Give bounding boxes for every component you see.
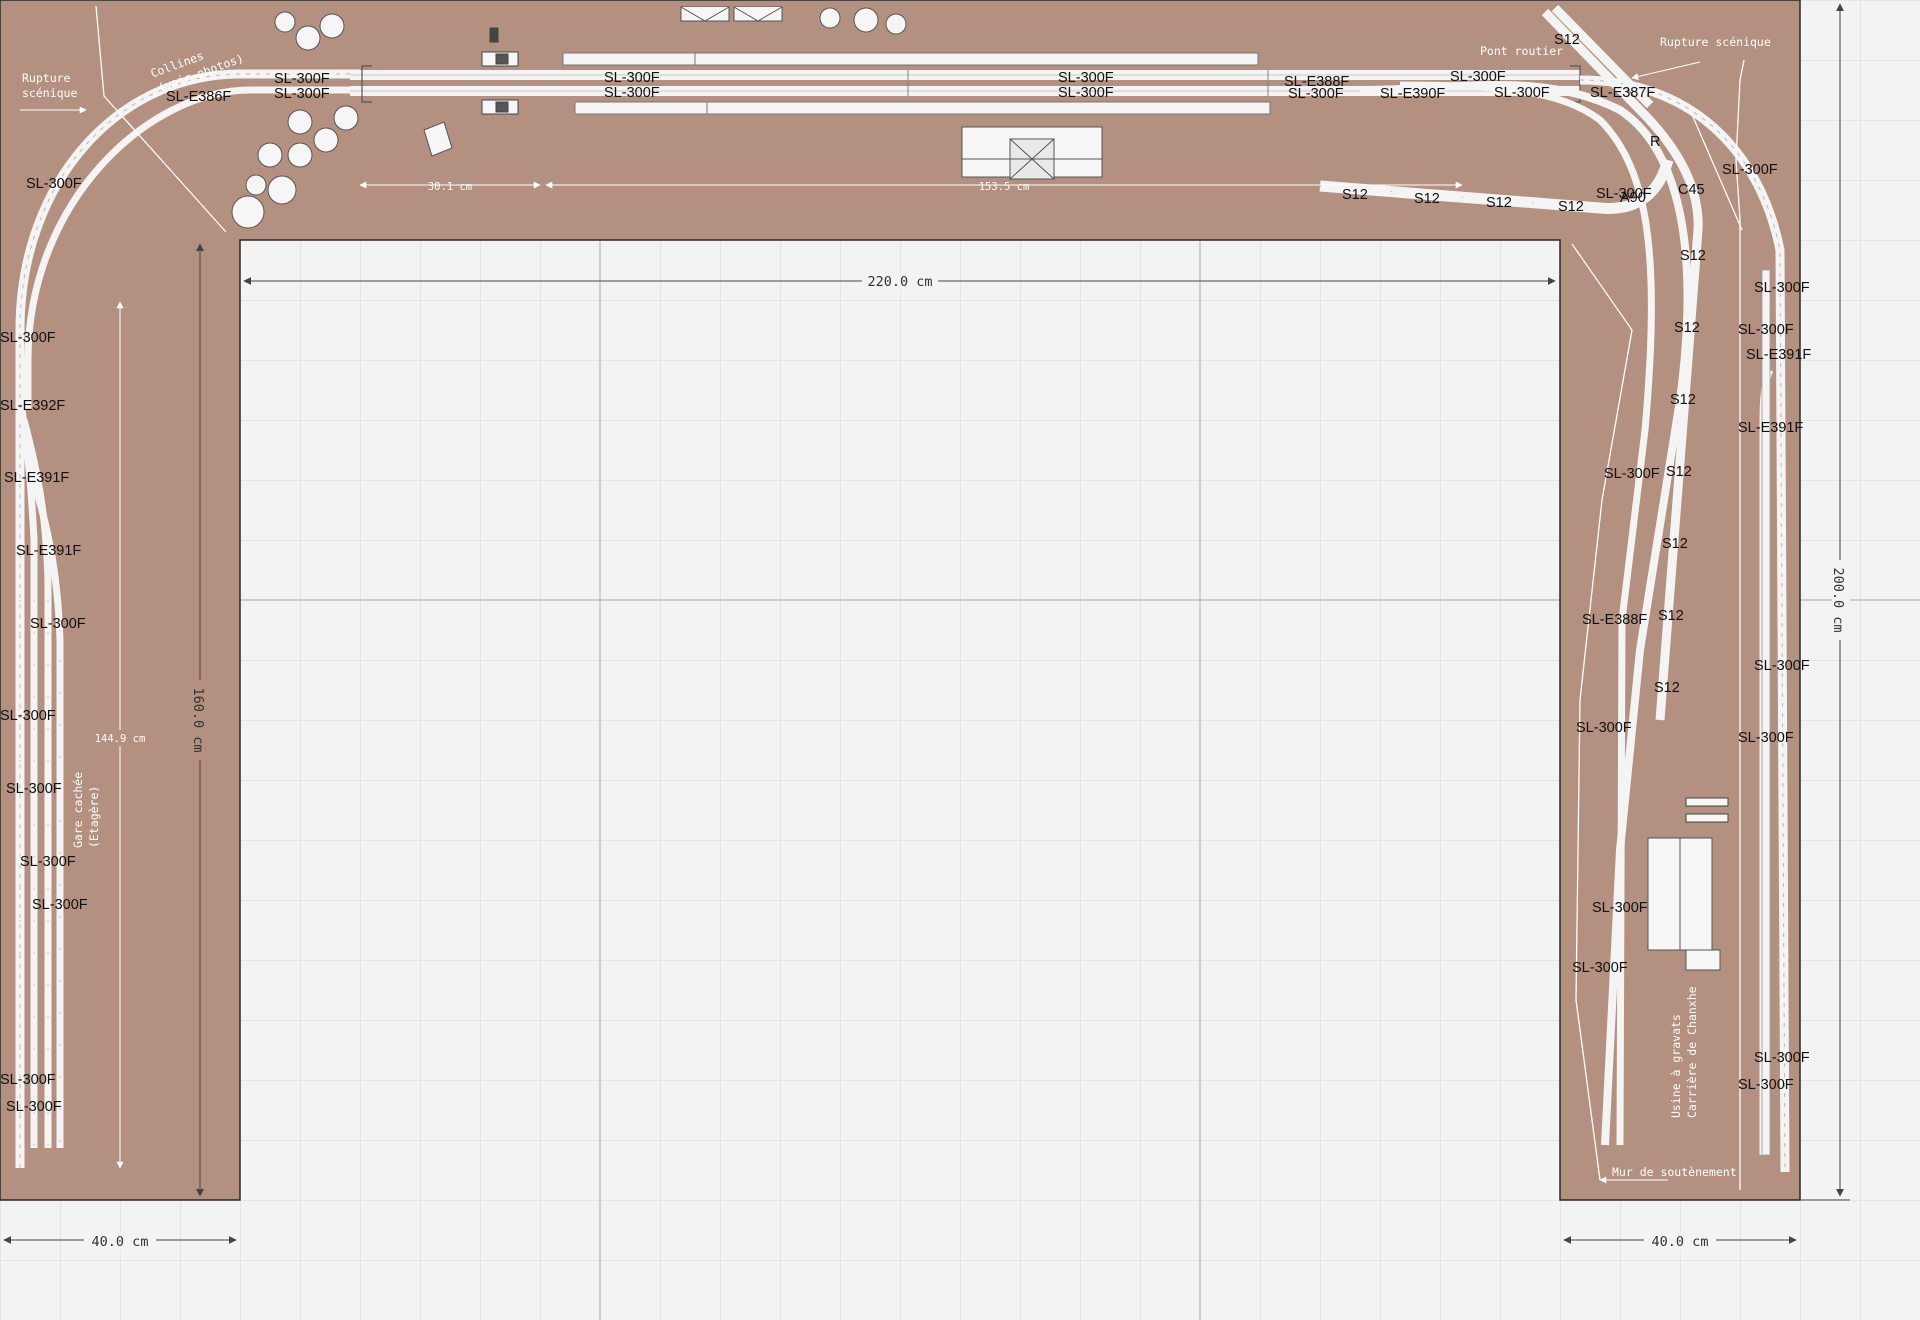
track-label: SL-300F: [0, 330, 56, 346]
track-label: R: [1650, 134, 1660, 150]
track-label: S12: [1654, 680, 1680, 696]
track-label: SL-300F: [274, 71, 330, 87]
track-label: SL-300F: [1494, 85, 1550, 101]
track-label: SL-E391F: [1738, 420, 1803, 436]
track-label: SL-E386F: [166, 89, 231, 105]
track-label: SL-300F: [1576, 720, 1632, 736]
track-label: SL-300F: [1754, 1050, 1810, 1066]
track-label: SL-E390F: [1380, 86, 1445, 102]
dim-top-long: 153.5 cm: [979, 181, 1030, 193]
track-label: SL-300F: [1058, 85, 1114, 101]
note-rupture-right: Rupture scénique: [1660, 35, 1771, 49]
note-rupture-left-2: scénique: [22, 86, 77, 100]
track-label: SL-E391F: [16, 543, 81, 559]
track-label: SL-E387F: [1590, 85, 1655, 101]
track-label: SL-300F: [6, 781, 62, 797]
track-label: SL-300F: [604, 70, 660, 86]
track-label: S12: [1342, 187, 1368, 203]
track-label: SL-300F: [1592, 900, 1648, 916]
note-pont-routier: Pont routier: [1480, 44, 1563, 58]
dim-width-left: 40.0 cm: [92, 1234, 149, 1250]
track-label: S12: [1680, 248, 1706, 264]
track-label: S12: [1414, 191, 1440, 207]
note-etagere: (Etagère): [87, 786, 101, 848]
track-label: S12: [1558, 199, 1584, 215]
dim-height-left: 160.0 cm: [190, 687, 206, 752]
track-label: SL-300F: [26, 176, 82, 192]
dim-top-small: 30.1 cm: [428, 181, 472, 193]
station-building: [961, 126, 1103, 180]
dim-width-right: 40.0 cm: [1652, 1234, 1709, 1250]
track-label: S12: [1666, 464, 1692, 480]
note-gare-cachee: Gare cachée: [71, 772, 85, 848]
dim-left-inner: 144.9 cm: [95, 733, 146, 745]
track-label: S12: [1486, 195, 1512, 211]
track-label: SL-300F: [1604, 466, 1660, 482]
track-label: SL-E392F: [0, 398, 65, 414]
track-label: SL-300F: [1738, 730, 1794, 746]
track-label: SL-300F: [1738, 1077, 1794, 1093]
note-carriere: Carrière de Chanxhe: [1685, 986, 1699, 1118]
track-label: SL-300F: [1754, 280, 1810, 296]
platform-bottom: [574, 101, 1271, 115]
track-label: S12: [1670, 392, 1696, 408]
track-label: SL-300F: [20, 854, 76, 870]
track-label: SL-300F: [6, 1099, 62, 1115]
track-label: SL-E391F: [1746, 347, 1811, 363]
track-label: C45: [1678, 182, 1705, 198]
track-label: S12: [1658, 608, 1684, 624]
track-label: SL-300F: [274, 86, 330, 102]
dim-width-top: 220.0 cm: [867, 274, 932, 290]
track-label: SL-300F: [1722, 162, 1778, 178]
note-usine: Usine à gravats: [1669, 1014, 1683, 1118]
track-label: S12: [1674, 320, 1700, 336]
note-mur: Mur de soutènement: [1612, 1165, 1737, 1179]
track-label: S12: [1554, 32, 1580, 48]
track-label: SL-300F: [30, 616, 86, 632]
track-label: SL-300F: [1596, 186, 1652, 202]
track-label: SL-300F: [1754, 658, 1810, 674]
track-label: SL-300F: [1738, 322, 1794, 338]
track-label: SL-E388F: [1582, 612, 1647, 628]
track-label: S12: [1662, 536, 1688, 552]
dim-height-total: 200.0 cm: [1830, 567, 1846, 632]
layout-plan: 220.0 cm 40.0 cm 40.0 cm 200.0 cm 160.0 …: [0, 0, 1920, 1320]
note-rupture-left: Rupture: [22, 71, 71, 85]
track-label: SL-300F: [1288, 86, 1344, 102]
track-label: SL-300F: [1058, 70, 1114, 86]
track-label: SL-E391F: [4, 470, 69, 486]
track-label: SL-300F: [0, 708, 56, 724]
platform-top: [562, 52, 1259, 66]
quarry-building: [1647, 837, 1721, 971]
track-label: SL-300F: [604, 85, 660, 101]
track-label: SL-300F: [1572, 960, 1628, 976]
track-label: SL-300F: [1450, 69, 1506, 85]
track-label: SL-300F: [0, 1072, 56, 1088]
track-label: SL-300F: [32, 897, 88, 913]
